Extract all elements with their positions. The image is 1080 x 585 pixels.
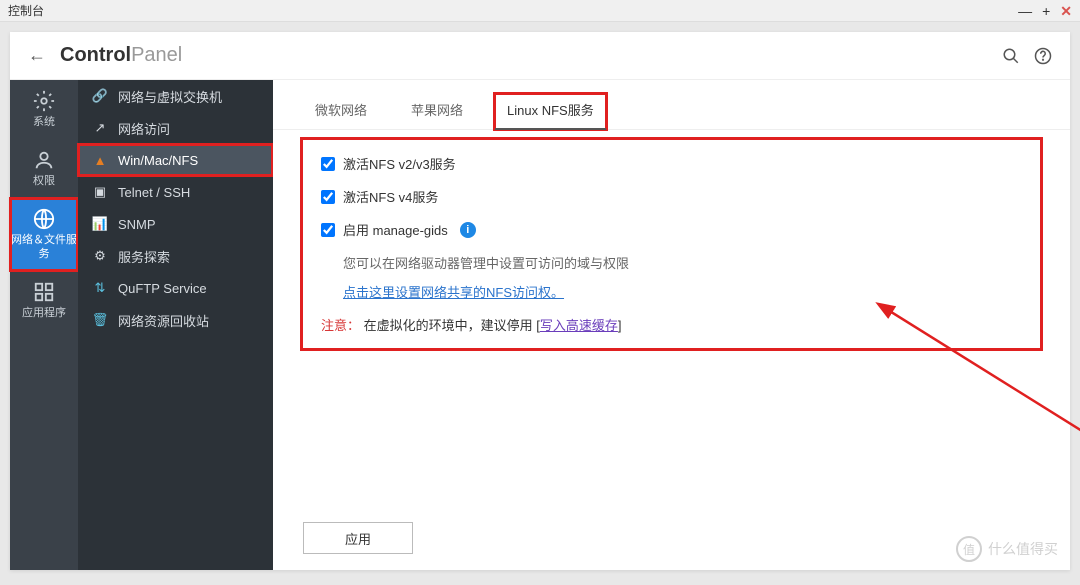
globe-icon [33,208,55,230]
nfs-settings-panel: 激活NFS v2/v3服务 激活NFS v4服务 启用 manage-gids … [303,140,1040,348]
hint-text: 您可以在网络驱动器管理中设置可访问的域与权限 [343,253,1022,272]
sidebar-item-win-mac-nfs[interactable]: ▲ Win/Mac/NFS [78,144,273,176]
page-title: ControlPanel [60,44,182,67]
sidebar-item-service-discovery[interactable]: ⚙ 服务探索 [78,240,273,272]
info-icon[interactable]: i [460,222,476,238]
back-arrow-icon[interactable]: ← [28,45,46,66]
sidebar-item-label: Win/Mac/NFS [118,153,198,168]
terminal-icon: ▣ [92,184,108,200]
leftnav-system[interactable]: 系统 [10,80,78,139]
discovery-icon: ⚙ [92,248,108,264]
maximize-icon[interactable]: + [1042,4,1050,18]
tab-linux-nfs[interactable]: Linux NFS服务 [495,94,606,129]
sidebar-item-recycle-bin[interactable]: 🗑 网络资源回收站 [78,304,273,336]
sidebar-item-label: 网络访问 [118,119,170,138]
sidebar-item-quftp[interactable]: ⇅ QuFTP Service [78,272,273,304]
chart-icon: 📊 [92,216,108,232]
window-title: 控制台 [8,2,44,19]
checkbox-nfs-v4[interactable] [321,190,335,204]
tab-apple-networking[interactable]: 苹果网络 [399,94,475,129]
sidebar-item-label: Telnet / SSH [118,185,190,200]
watermark: 值 什么值得买 [956,536,1058,562]
tab-microsoft-networking[interactable]: 微软网络 [303,94,379,129]
left-nav: 系统 权限 网络＆文件服务 应用程序 [10,80,78,570]
leftnav-permissions[interactable]: 权限 [10,139,78,198]
checkbox-nfs-v2v3[interactable] [321,157,335,171]
minimize-icon[interactable]: — [1018,4,1032,18]
warning-text: 注意： 在虚拟化的环境中，建议停用 [写入高速缓存] [321,315,1022,334]
sidebar-item-telnet-ssh[interactable]: ▣ Telnet / SSH [78,176,273,208]
network-access-icon: ↗ [92,120,108,136]
sidebar-item-snmp[interactable]: 📊 SNMP [78,208,273,240]
ftp-icon: ⇅ [92,280,108,296]
search-icon[interactable] [1002,47,1020,65]
sidebar-item-label: 服务探索 [118,247,170,266]
sidebar-item-label: SNMP [118,217,156,232]
apps-icon [33,281,55,303]
leftnav-applications[interactable]: 应用程序 [10,271,78,330]
gear-icon [33,90,55,112]
tabs: 微软网络 苹果网络 Linux NFS服务 [273,80,1070,130]
user-icon [33,149,55,171]
close-icon[interactable]: ✕ [1060,4,1072,18]
triangle-icon: ▲ [92,152,108,168]
sidebar: 🔗 网络与虚拟交换机 ↗ 网络访问 ▲ Win/Mac/NFS ▣ Telnet… [78,80,273,570]
checkbox-label: 激活NFS v4服务 [343,187,438,206]
write-cache-link[interactable]: 写入高速缓存 [540,318,618,333]
sidebar-item-network-access[interactable]: ↗ 网络访问 [78,112,273,144]
sidebar-item-label: 网络资源回收站 [118,311,209,330]
network-switch-icon: 🔗 [92,88,108,104]
checkbox-manage-gids[interactable] [321,223,335,237]
checkbox-label: 启用 manage-gids [343,220,448,239]
recycle-icon: 🗑 [92,312,108,328]
help-icon[interactable] [1034,47,1052,65]
sidebar-item-network-switch[interactable]: 🔗 网络与虚拟交换机 [78,80,273,112]
sidebar-item-label: QuFTP Service [118,281,207,296]
apply-button[interactable]: 应用 [303,522,413,554]
checkbox-label: 激活NFS v2/v3服务 [343,154,456,173]
nfs-access-link[interactable]: 点击这里设置网络共享的NFS访问权。 [343,285,564,300]
sidebar-item-label: 网络与虚拟交换机 [118,87,222,106]
leftnav-network-file-services[interactable]: 网络＆文件服务 [10,198,78,270]
